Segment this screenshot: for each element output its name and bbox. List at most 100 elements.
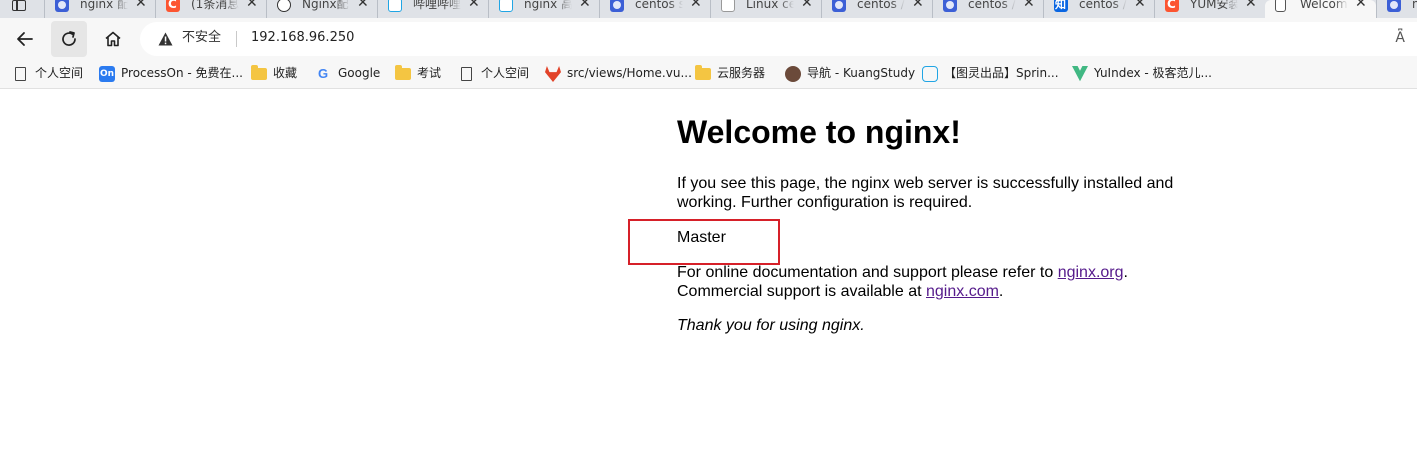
tab-close-icon[interactable]: ✕ [1134, 0, 1146, 11]
tab-close-icon[interactable]: ✕ [579, 0, 591, 11]
home-button[interactable] [95, 21, 131, 57]
tab-actions-button[interactable] [0, 0, 44, 18]
baidu-paw-icon [943, 0, 957, 12]
google-letter: G [318, 66, 329, 81]
tab-title: centos / [1079, 0, 1127, 12]
docs-suffix-text: . [1123, 264, 1128, 281]
tab-close-icon[interactable]: ✕ [801, 0, 813, 11]
tab-11[interactable]: YUM安装 ✕ [1154, 0, 1265, 18]
page-icon [461, 67, 472, 81]
baidu-paw-icon [832, 0, 846, 12]
processon-badge-text: On [99, 69, 115, 79]
tab-title: Nginx配 [302, 0, 350, 12]
support-paragraph: For online documentation and support ple… [677, 263, 1197, 301]
tab-close-icon[interactable]: ✕ [468, 0, 480, 11]
tab-actions-icon [12, 0, 26, 11]
tab-5[interactable]: nginx 高 ✕ [488, 0, 599, 18]
warning-triangle-icon[interactable] [158, 32, 173, 46]
tab-title: Linux ce [746, 0, 794, 12]
csdn-icon [166, 0, 180, 12]
nginx-com-link[interactable]: nginx.com [926, 283, 999, 300]
docs-prefix-text: For online documentation and support ple… [677, 264, 1058, 281]
vue-icon [1072, 66, 1088, 82]
tab-title: YUM安装 [1190, 0, 1238, 12]
tab-title: Welcome [1300, 0, 1348, 12]
bookmark-label: 云服务器 [717, 66, 766, 80]
tab-title: centos s [635, 0, 683, 12]
tab-title: centos / [857, 0, 905, 12]
bookmark-label: 个人空间 [481, 66, 530, 80]
tab-close-icon[interactable]: ✕ [357, 0, 369, 11]
zhihu-icon [1054, 0, 1068, 12]
security-status-label[interactable]: 不安全 [182, 30, 221, 46]
tab-title: 哔哩哔哩 [413, 0, 461, 12]
processon-icon: On [99, 66, 115, 82]
tab-13[interactable]: n [1376, 0, 1417, 18]
tab-9[interactable]: centos / ✕ [932, 0, 1043, 18]
refresh-button[interactable] [51, 21, 87, 57]
linux-icon [721, 0, 735, 12]
baidu-paw-icon [610, 0, 624, 12]
tab-1[interactable]: nginx 配 ✕ [44, 0, 155, 18]
github-icon [277, 0, 291, 12]
tab-4[interactable]: 哔哩哔哩 ✕ [377, 0, 488, 18]
bookmark-label: 收藏 [273, 66, 298, 80]
folder-icon [695, 65, 711, 80]
tab-7[interactable]: Linux ce ✕ [710, 0, 821, 18]
refresh-icon [62, 31, 76, 46]
bookmark-label: 【图灵出品】Sprin... [944, 66, 1059, 80]
bilibili-icon [922, 66, 938, 82]
navigation-bar: 不安全 192.168.96.250 A͆ [0, 18, 1417, 60]
folder-icon [251, 65, 267, 80]
tab-title: centos / [968, 0, 1016, 12]
thanks-text: Thank you for using nginx. [677, 317, 865, 334]
tab-12[interactable]: Welcome ✕ [1265, 0, 1376, 18]
bilibili-icon [388, 0, 402, 12]
nginx-org-link[interactable]: nginx.org [1058, 264, 1124, 281]
tab-title: n [1412, 0, 1417, 12]
bookmark-label: 导航 - KuangStudy [807, 66, 916, 80]
bookmark-label: src/views/Home.vu... [567, 66, 692, 80]
tab-6[interactable]: centos s ✕ [599, 0, 710, 18]
tab-title: nginx 配 [80, 0, 128, 12]
tab-3[interactable]: Nginx配 ✕ [266, 0, 377, 18]
gitlab-icon [545, 66, 561, 82]
url-text[interactable]: 192.168.96.250 [251, 30, 354, 46]
address-separator [236, 31, 237, 47]
csdn-icon [1165, 0, 1179, 12]
tab-title: (1条消息 [191, 0, 239, 12]
commercial-prefix-text: Commercial support is available at [677, 283, 926, 300]
tab-close-icon[interactable]: ✕ [690, 0, 702, 11]
baidu-paw-icon [55, 0, 69, 12]
bookmark-label: Google [338, 66, 381, 80]
folder-icon [395, 65, 411, 80]
document-icon [1275, 0, 1286, 12]
bookmarks-bar: 个人空间 On ProcessOn - 免费在... 收藏 G Google 考试 个人空间 s… [0, 60, 1417, 89]
tab-2[interactable]: (1条消息 ✕ [155, 0, 266, 18]
address-bar[interactable]: 不安全 192.168.96.250 A͆ [140, 22, 1417, 56]
home-icon [105, 31, 121, 47]
tab-title: nginx 高 [524, 0, 572, 12]
tab-close-icon[interactable]: ✕ [1245, 0, 1257, 11]
bookmark-label: ProcessOn - 免费在... [121, 66, 243, 80]
tab-close-icon[interactable]: ✕ [912, 0, 924, 11]
tab-close-icon[interactable]: ✕ [135, 0, 147, 11]
read-aloud-icon[interactable]: A͆ [1395, 30, 1405, 46]
bookmark-label: YuIndex - 极客范儿... [1094, 66, 1212, 80]
commercial-suffix-text: . [998, 283, 1004, 300]
baidu-paw-icon [1387, 0, 1401, 12]
tab-8[interactable]: centos / ✕ [821, 0, 932, 18]
avatar-icon [785, 66, 801, 82]
tab-close-icon[interactable]: ✕ [246, 0, 258, 11]
bilibili-icon [499, 0, 513, 12]
tab-close-icon[interactable]: ✕ [1023, 0, 1035, 11]
back-button[interactable] [7, 21, 43, 57]
tab-strip: nginx 配✕(1条消息✕Nginx配✕哔哩哔哩✕nginx 高✕centos… [0, 0, 1417, 18]
server-name-text: Master [677, 229, 726, 246]
bookmark-label: 考试 [417, 66, 442, 80]
tab-close-icon[interactable]: ✕ [1355, 0, 1367, 11]
page-icon [15, 67, 26, 81]
tab-10[interactable]: centos / ✕ [1043, 0, 1154, 18]
bookmark-label: 个人空间 [35, 66, 84, 80]
intro-paragraph: If you see this page, the nginx web serv… [677, 175, 1174, 211]
